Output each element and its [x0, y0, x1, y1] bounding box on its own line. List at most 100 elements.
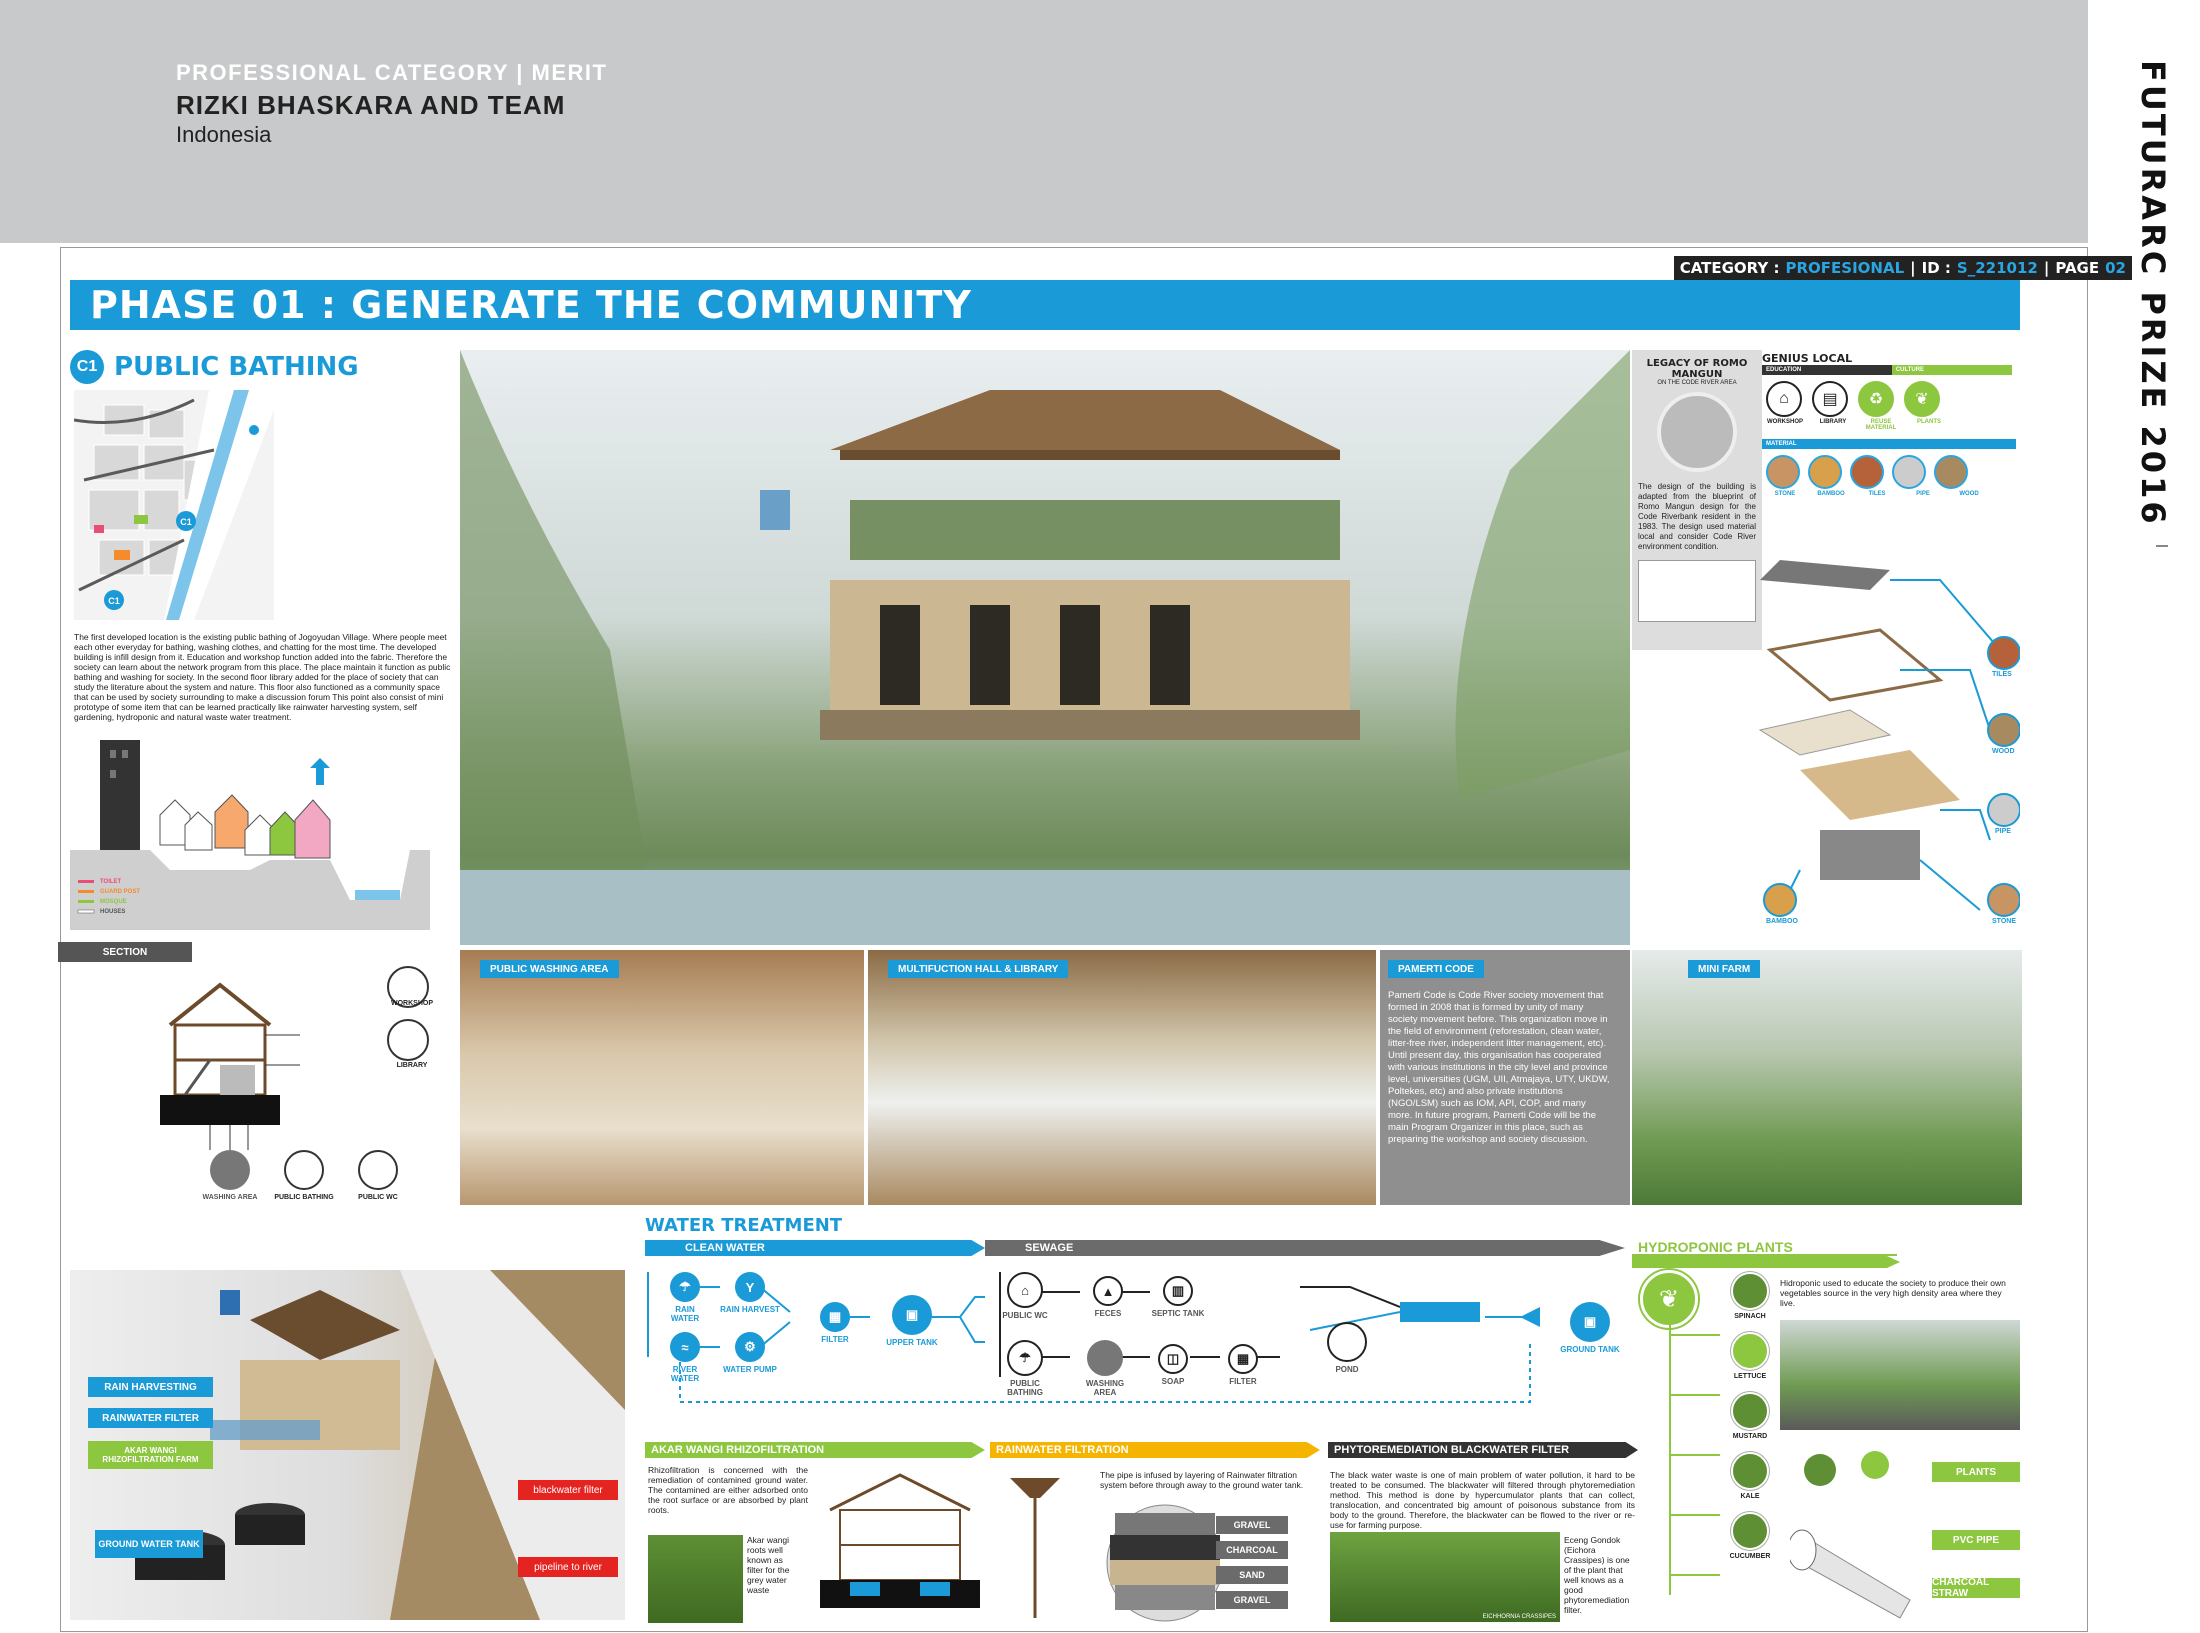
veg-label: KALE — [1740, 1493, 1760, 1500]
category-bar: CATEGORY : PROFESIONAL | ID : S_221012 | PAG… — [1673, 256, 2132, 280]
bar-education: EDUCATION — [1762, 365, 1892, 375]
site-map: C1 C1 — [74, 390, 274, 620]
rainwater-diagram — [1010, 1478, 1220, 1622]
plants-icon: ❦ — [1904, 381, 1940, 417]
wood-icon — [1934, 455, 1968, 489]
veg-cucumber: CUCUMBER — [1720, 1512, 1780, 1560]
mustard-icon — [1731, 1392, 1769, 1430]
workshop-icon: ⌂ — [1766, 381, 1802, 417]
genius-local-panel: GENIUS LOCAL EDUCATION CULTURE ⌂ ▤ ♻ ❦ W… — [1762, 352, 2017, 497]
team-name: RIZKI BHASKARA AND TEAM — [176, 90, 566, 120]
node-filter-2: ▦ FILTER — [1218, 1344, 1268, 1386]
tag-rain-harvesting: RAIN HARVESTING — [88, 1377, 213, 1397]
pond-icon — [1327, 1322, 1367, 1362]
main-render-drawing — [460, 350, 1630, 945]
node-label: FECES — [1094, 1309, 1122, 1318]
node-public-wc: ⌂ PUBLIC WC — [1000, 1272, 1050, 1320]
pump-icon: ⚙ — [735, 1332, 765, 1362]
toilet-icon: ⌂ — [1007, 1272, 1043, 1308]
clean-water-bar: CLEAN WATER — [645, 1240, 985, 1256]
library-icon: ▤ — [1812, 381, 1848, 417]
soap-icon: ◫ — [1158, 1344, 1188, 1374]
node-septic-tank: ▥ SEPTIC TANK — [1148, 1276, 1208, 1318]
layer-gravel-2: GRAVEL — [1216, 1591, 1288, 1609]
node-water-pump: ⚙ WATER PUMP — [720, 1332, 780, 1374]
node-label: UPPER TANK — [886, 1338, 938, 1347]
tag-charcoal-straw: CHARCOAL STRAW — [1932, 1577, 2020, 1599]
bamboo-icon — [1808, 455, 1842, 489]
node-river-water: ≈ RIVER WATER — [660, 1332, 710, 1383]
node-label: FILTER — [821, 1335, 849, 1344]
shower-icon: ☂ — [1007, 1340, 1043, 1376]
tag-plants: PLANTS — [1932, 1462, 2020, 1482]
label-reuse: REUSE MATERIAL — [1865, 419, 1897, 431]
exploded-label-pipe: PIPE — [1995, 828, 2011, 835]
genius-title: GENIUS LOCAL — [1762, 352, 1853, 365]
leaf-icon: ❦ — [1640, 1270, 1698, 1328]
kale-icon — [1731, 1452, 1769, 1490]
section-bottom-icons: WASHING AREA PUBLIC BATHING PUBLIC WC — [200, 1150, 408, 1201]
award-text: MERIT — [531, 60, 608, 85]
svg-text:C1: C1 — [180, 517, 192, 527]
cucumber-icon — [1731, 1512, 1769, 1550]
pamerti-text: Pamerti Code is Code River society movem… — [1388, 990, 1610, 1145]
label-stone: STONE — [1774, 491, 1796, 497]
node-filter: ▦ FILTER — [810, 1302, 860, 1344]
node-label: GROUND TANK — [1560, 1345, 1620, 1354]
svg-text:C1: C1 — [108, 596, 120, 606]
node-label: FILTER — [1229, 1377, 1257, 1386]
layer-sand: SAND — [1216, 1566, 1288, 1584]
section-icon-workshop: WORKSHOP — [391, 1000, 433, 1007]
legend-toilet: TOILET — [100, 879, 122, 885]
node-feces: ▲ FECES — [1083, 1276, 1133, 1318]
catbar-value: PROFESIONAL — [1785, 259, 1905, 277]
sewage-bar: SEWAGE — [985, 1240, 1625, 1256]
photo-hall-library: MULTIFUCTION HALL & LIBRARY — [868, 950, 1376, 1205]
label-mini-farm: MINI FARM — [1688, 960, 1761, 978]
funnel-icon: Y — [735, 1272, 765, 1302]
tag-pipeline-to-river: pipeline to river — [518, 1557, 618, 1577]
node-label: PUBLIC WC — [1002, 1311, 1048, 1320]
water-treatment-title: WATER TREATMENT — [645, 1215, 843, 1236]
label-pamerti: PAMERTI CODE — [1388, 960, 1484, 978]
akar-title: AKAR WANGI RHIZOFILTRATION — [645, 1442, 985, 1458]
tank-icon: ▣ — [1570, 1302, 1610, 1342]
label-washing-area: PUBLIC WASHING AREA — [480, 960, 619, 978]
section-icon-library: LIBRARY — [396, 1062, 428, 1069]
veg-label: SPINACH — [1734, 1313, 1766, 1320]
stone-icon — [1766, 455, 1800, 489]
node-label: PUBLIC BATHING — [1007, 1379, 1043, 1397]
label-bamboo: BAMBOO — [1817, 491, 1845, 497]
exploded-label-tiles: TILES — [1992, 671, 2012, 678]
wave-icon: ≈ — [670, 1332, 700, 1362]
akar-section — [820, 1473, 980, 1608]
node-label: SEPTIC TANK — [1151, 1309, 1205, 1318]
icon-public-wc: PUBLIC WC — [358, 1194, 398, 1201]
rain-icon: ☂ — [670, 1272, 700, 1302]
catbar-label: CATEGORY : — [1679, 259, 1780, 277]
hydro-arrow — [1632, 1256, 1900, 1268]
label-library: LIBRARY — [1819, 419, 1847, 425]
category-line: PROFESSIONAL CATEGORY | MERIT — [176, 60, 607, 86]
tag-akar-wangi: AKAR WANGI RHIZOFILTRATION FARM — [88, 1441, 213, 1469]
photo-mini-farm: MINI FARM — [1632, 950, 2022, 1205]
country: Indonesia — [176, 122, 272, 147]
node-pond: POND — [1322, 1322, 1372, 1374]
filter-icon: ▦ — [820, 1302, 850, 1332]
akar-text: Rhizofiltration is concerned with the re… — [648, 1465, 808, 1515]
exploded-label-bamboo: BAMBOO — [1766, 918, 1798, 925]
feces-icon: ▲ — [1093, 1276, 1123, 1306]
washing-icon — [1087, 1340, 1123, 1376]
phyto-title: PHYTOREMEDIATION BLACKWATER FILTER — [1328, 1442, 1638, 1458]
catbar-page: 02 — [2105, 259, 2126, 277]
node-soap: ◫ SOAP — [1148, 1344, 1198, 1386]
phyto-text-2: Eceng Gondok (Eichora Crassipes) is one … — [1564, 1535, 1630, 1615]
layer-charcoal: CHARCOAL — [1216, 1541, 1288, 1559]
lettuce-icon — [1731, 1332, 1769, 1370]
label-workshop: WORKSHOP — [1767, 419, 1803, 425]
c1-heading: C1 PUBLIC BATHING — [70, 350, 359, 384]
header-band: PROFESSIONAL CATEGORY | MERIT RIZKI BHAS… — [0, 0, 2088, 243]
veg-label: LETTUCE — [1733, 1373, 1767, 1380]
reuse-icon: ♻ — [1858, 381, 1894, 417]
side-title-text: FUTURARC PRIZE 2016 — [2134, 60, 2172, 527]
